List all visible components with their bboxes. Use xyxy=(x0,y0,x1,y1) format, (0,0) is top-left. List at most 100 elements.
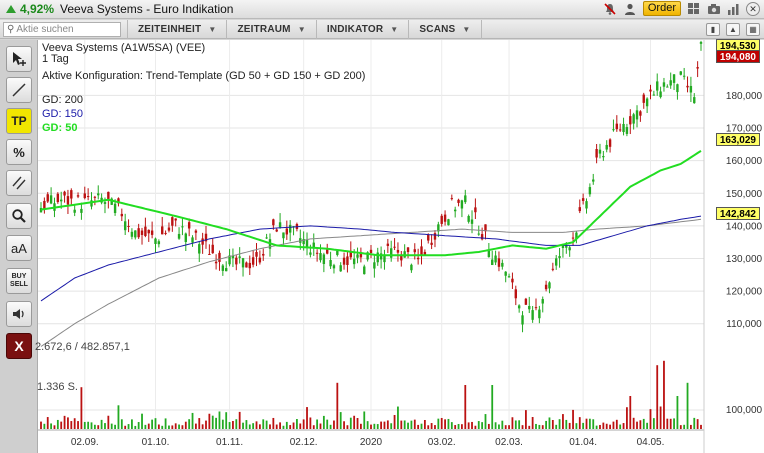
candle-body xyxy=(336,250,339,255)
y-tick-label: 110,000 xyxy=(726,319,762,330)
close-window-icon[interactable]: ✕ xyxy=(746,1,760,16)
pin-icon[interactable]: ▮ xyxy=(706,23,720,36)
candle-body xyxy=(494,255,497,263)
volume-bar xyxy=(312,425,315,429)
volume-bar xyxy=(626,407,628,429)
candle-body xyxy=(433,233,437,240)
volume-bar xyxy=(629,396,632,429)
chart-settings-icon[interactable] xyxy=(726,1,741,16)
volume-bar xyxy=(322,415,325,429)
line-tool[interactable] xyxy=(6,77,32,103)
x-tick-label: 03.02. xyxy=(428,437,456,448)
percent-tool[interactable]: % xyxy=(6,139,32,165)
layout-icon[interactable]: ▦ xyxy=(746,23,760,36)
volume-bar xyxy=(208,413,211,429)
volume-bar xyxy=(427,425,430,429)
font-tool[interactable]: aA xyxy=(6,235,32,261)
volume-bar xyxy=(359,423,362,429)
chart-area[interactable]: 110,000 120,000 130,000 140,000 150,000 160,0… xyxy=(35,39,764,453)
candle-body xyxy=(315,252,319,254)
volume-bar xyxy=(87,421,90,429)
candle-body xyxy=(427,234,430,241)
volume-bar xyxy=(53,425,56,429)
tp-tool[interactable]: TP xyxy=(6,108,32,134)
candle-body xyxy=(97,193,100,196)
volume-bar xyxy=(336,382,339,429)
volume-bar xyxy=(686,382,689,429)
candle-body xyxy=(262,253,265,256)
candle-body xyxy=(669,80,672,86)
volume-bar xyxy=(464,385,467,429)
candle-body xyxy=(635,110,639,120)
candle-body xyxy=(258,257,262,263)
volume-bar xyxy=(383,421,386,429)
volume-bar xyxy=(487,423,490,429)
candle-body xyxy=(393,246,396,248)
candle-body xyxy=(275,229,278,232)
volume-bar xyxy=(484,414,487,429)
search-input[interactable] xyxy=(16,23,113,35)
camera-icon[interactable] xyxy=(706,1,721,16)
volume-bar xyxy=(481,422,484,429)
volume-bar xyxy=(356,418,359,429)
volume-bar xyxy=(154,418,157,429)
volume-bar xyxy=(269,424,271,429)
parallel-tool[interactable] xyxy=(6,170,32,196)
menu-indikator[interactable]: INDIKATOR ▼ xyxy=(315,19,409,39)
candle-body xyxy=(221,265,225,271)
menu-zeiteinheit[interactable]: ZEITEINHEIT ▼ xyxy=(127,19,226,39)
volume-tick-label: 100,000 xyxy=(726,405,763,416)
candle-body xyxy=(491,259,494,266)
volume-bar xyxy=(107,415,110,429)
volume-bar xyxy=(292,422,295,429)
volume-bar xyxy=(110,423,113,429)
x-tick-label: 02.03. xyxy=(495,437,523,448)
candle-body xyxy=(602,156,605,158)
price-change: 4,92% xyxy=(20,2,55,16)
volume-bar xyxy=(174,423,177,429)
volume-bar xyxy=(592,419,595,429)
person-icon[interactable] xyxy=(623,1,638,16)
volume-bar xyxy=(514,420,517,429)
expand-icon[interactable]: ▲ xyxy=(726,23,740,36)
volume-bar xyxy=(471,421,473,429)
volume-bar xyxy=(316,419,319,429)
sound-tool[interactable] xyxy=(6,301,32,327)
volume-bar xyxy=(693,417,696,429)
buy-sell-tool[interactable]: BUY SELL xyxy=(6,268,32,294)
volume-bar xyxy=(333,420,335,429)
volume-bar xyxy=(144,424,147,429)
volume-bar xyxy=(349,417,352,429)
candle-body xyxy=(501,262,504,267)
zoom-tool[interactable] xyxy=(6,203,32,229)
alarm-bell-icon[interactable] xyxy=(603,1,618,16)
candle-body xyxy=(406,247,410,253)
candle-body xyxy=(460,200,464,209)
volume-bar xyxy=(255,421,258,429)
close-tool[interactable]: X xyxy=(6,333,32,359)
volume-bar xyxy=(673,418,675,429)
volume-bar xyxy=(498,424,500,429)
candle-body xyxy=(467,215,470,222)
menu-scans[interactable]: SCANS ▼ xyxy=(408,19,482,39)
menu-zeitraum[interactable]: ZEITRAUM ▼ xyxy=(226,19,315,39)
volume-bar xyxy=(168,425,170,429)
candle-body xyxy=(201,238,204,245)
candle-body xyxy=(167,227,171,231)
candle-body xyxy=(238,256,241,258)
candle-body xyxy=(278,222,282,228)
order-button[interactable]: Order xyxy=(642,1,681,16)
volume-bar xyxy=(582,422,585,429)
volume-bar xyxy=(568,422,571,429)
cursor-tool[interactable] xyxy=(6,46,32,72)
line-icon xyxy=(12,83,26,97)
volume-bar xyxy=(400,420,403,429)
candle-body xyxy=(282,232,285,239)
volume-bar xyxy=(60,421,63,429)
x-tick-label: 01.11. xyxy=(216,437,243,448)
volume-bar xyxy=(171,425,174,429)
grid-icon[interactable] xyxy=(686,1,701,16)
candle-body xyxy=(332,265,336,269)
candle-body xyxy=(649,89,652,92)
price-chart-svg[interactable]: 110,000 120,000 130,000 140,000 150,000 160,0… xyxy=(38,40,764,453)
